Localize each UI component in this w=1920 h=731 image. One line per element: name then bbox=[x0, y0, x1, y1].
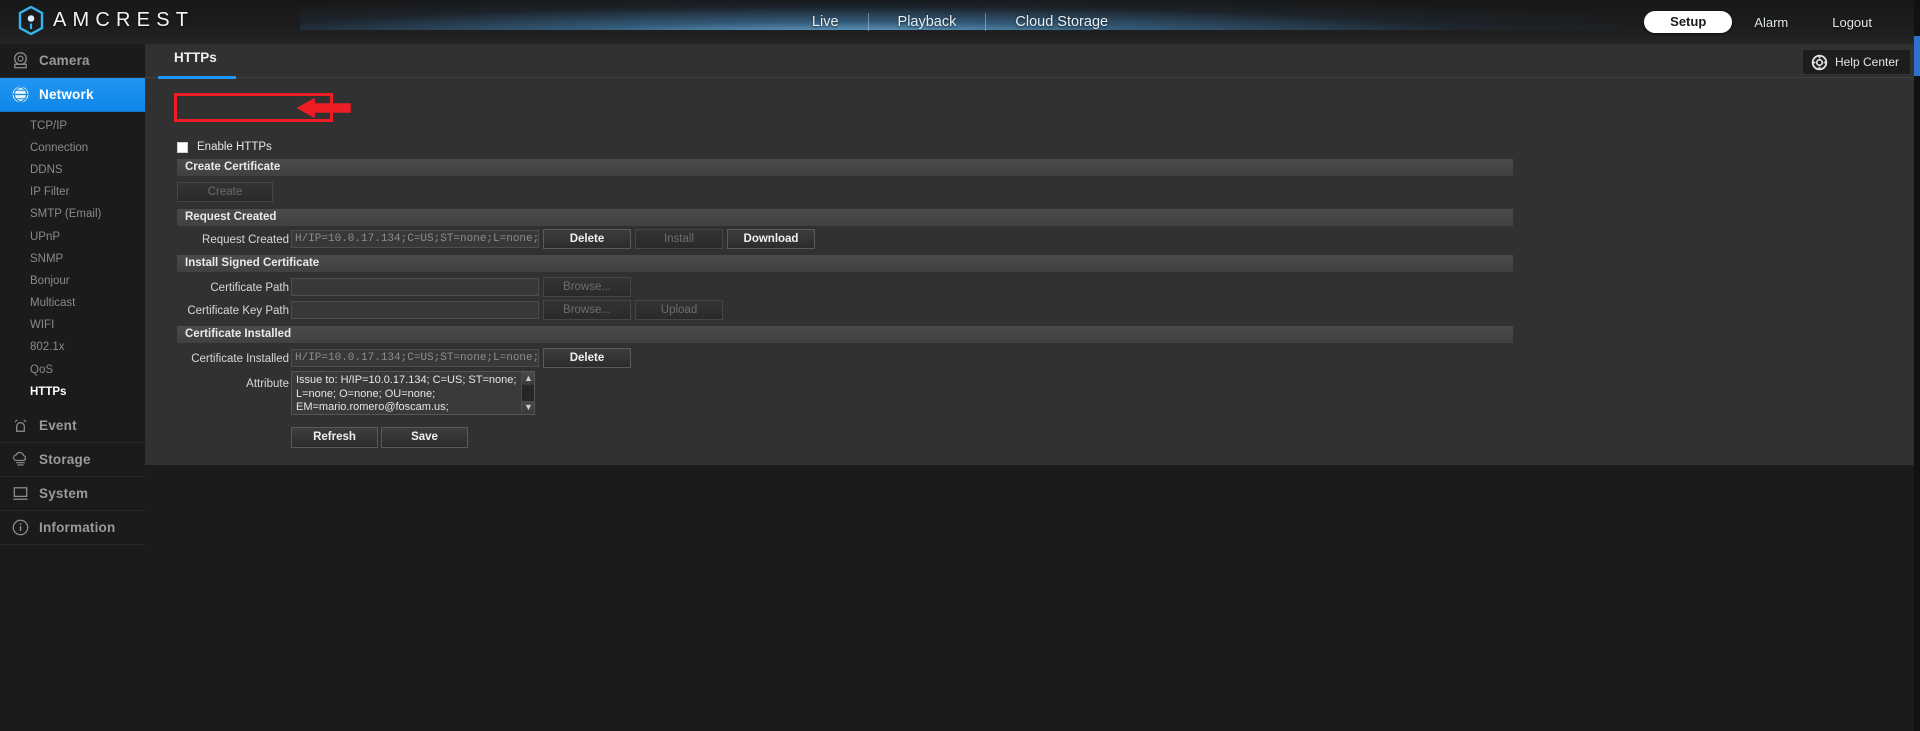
tab-bar: HTTPs Help Center bbox=[145, 44, 1920, 79]
enable-https-label: Enable HTTPs bbox=[197, 141, 272, 153]
setup-button[interactable]: Setup bbox=[1644, 11, 1733, 33]
nav-playback[interactable]: Playback bbox=[869, 12, 986, 32]
certificate-key-path-browse-button[interactable]: Browse... bbox=[543, 300, 631, 320]
certificate-path-input[interactable] bbox=[291, 278, 539, 296]
create-button[interactable]: Create bbox=[177, 182, 273, 202]
page-scrollbar[interactable] bbox=[1914, 0, 1920, 731]
sidebar-network-submenu: TCP/IP Connection DDNS IP Filter SMTP (E… bbox=[0, 112, 145, 410]
certificate-installed-label: Certificate Installed bbox=[191, 353, 289, 365]
https-settings-panel: Enable HTTPs Create Certificate Create R… bbox=[145, 78, 1920, 465]
section-install-signed-certificate: Install Signed Certificate bbox=[177, 255, 1513, 272]
info-circle-icon bbox=[12, 520, 29, 536]
tab-https[interactable]: HTTPs bbox=[158, 49, 233, 75]
chevron-up-icon[interactable]: ▲ bbox=[522, 372, 534, 385]
attribute-line-2: L=none; O=none; OU=none; bbox=[296, 387, 436, 400]
certificate-path-label: Certificate Path bbox=[210, 282, 289, 294]
enable-https-checkbox[interactable] bbox=[177, 141, 188, 153]
help-center-label: Help Center bbox=[1834, 55, 1899, 69]
save-button[interactable]: Save bbox=[381, 427, 468, 448]
sidebar-item-information[interactable]: Information bbox=[0, 511, 145, 546]
sidebar-item-smtp[interactable]: SMTP (Email) bbox=[0, 204, 145, 226]
scrollbar-track[interactable] bbox=[522, 385, 534, 401]
certificate-key-path-label: Certificate Key Path bbox=[187, 305, 289, 317]
sidebar: Camera Network TCP/IP Connection DDNS IP… bbox=[0, 44, 145, 731]
account-nav: Setup Alarm Logout bbox=[1644, 0, 1894, 44]
camera-icon bbox=[14, 52, 27, 69]
sidebar-item-https[interactable]: HTTPs bbox=[0, 381, 145, 403]
attribute-label: Attribute bbox=[246, 378, 289, 390]
request-created-label: Request Created bbox=[202, 234, 289, 246]
sidebar-item-bonjour[interactable]: Bonjour bbox=[0, 270, 145, 292]
attribute-scrollbar[interactable]: ▲ ▼ bbox=[521, 372, 534, 414]
nav-live[interactable]: Live bbox=[783, 12, 868, 32]
chevron-down-icon[interactable]: ▼ bbox=[522, 401, 534, 414]
sidebar-item-ddns[interactable]: DDNS bbox=[0, 159, 145, 181]
sidebar-label-information: Information bbox=[39, 520, 116, 536]
request-delete-button[interactable]: Delete bbox=[543, 229, 631, 249]
monitor-icon bbox=[13, 487, 28, 501]
logout-link[interactable]: Logout bbox=[1810, 15, 1894, 30]
request-install-button[interactable]: Install bbox=[635, 229, 723, 249]
certificate-path-browse-button[interactable]: Browse... bbox=[543, 277, 631, 297]
sidebar-item-connection[interactable]: Connection bbox=[0, 137, 145, 159]
nav-cloud-storage[interactable]: Cloud Storage bbox=[986, 12, 1137, 32]
sidebar-item-8021x[interactable]: 802.1x bbox=[0, 337, 145, 359]
sidebar-item-wifi[interactable]: WIFI bbox=[0, 315, 145, 337]
page-bottom-filler bbox=[145, 465, 1920, 731]
sidebar-item-upnp[interactable]: UPnP bbox=[0, 226, 145, 248]
bell-alarm-icon bbox=[14, 419, 27, 433]
request-download-button[interactable]: Download bbox=[727, 229, 815, 249]
cloud-storage-icon bbox=[13, 452, 26, 466]
sidebar-item-qos[interactable]: QoS bbox=[0, 359, 145, 381]
request-created-field[interactable]: H/IP=10.0.17.134;C=US;ST=none;L=none;O=n… bbox=[291, 230, 539, 248]
sidebar-label-camera: Camera bbox=[39, 53, 90, 68]
sidebar-item-snmp[interactable]: SNMP bbox=[0, 248, 145, 270]
attribute-line-3: EM=mario.romero@foscam.us; bbox=[296, 401, 449, 414]
content-root: HTTPs Help Center Enable HTTPs Create Ce… bbox=[145, 44, 1920, 465]
sidebar-item-event[interactable]: Event bbox=[0, 409, 145, 444]
section-create-certificate: Create Certificate bbox=[177, 159, 1513, 176]
sidebar-item-system[interactable]: System bbox=[0, 477, 145, 512]
sidebar-label-system: System bbox=[39, 486, 89, 502]
help-center-button[interactable]: Help Center bbox=[1802, 50, 1910, 74]
sidebar-label-network: Network bbox=[39, 87, 94, 102]
attribute-line-1: Issue to: H/IP=10.0.17.134; C=US; ST=non… bbox=[296, 374, 517, 386]
sidebar-item-tcpip[interactable]: TCP/IP bbox=[0, 115, 145, 137]
sidebar-item-camera[interactable]: Camera bbox=[0, 44, 145, 78]
certificate-upload-button[interactable]: Upload bbox=[635, 300, 723, 320]
sidebar-item-ip-filter[interactable]: IP Filter bbox=[0, 182, 145, 204]
attribute-textarea[interactable]: Issue to: H/IP=10.0.17.134; C=US; ST=non… bbox=[291, 371, 535, 415]
certificate-installed-field[interactable]: H/IP=10.0.17.134;C=US;ST=none;L=none;O=n… bbox=[291, 349, 539, 367]
sidebar-label-event: Event bbox=[39, 418, 77, 434]
section-certificate-installed: Certificate Installed bbox=[177, 326, 1513, 343]
certificate-key-path-input[interactable] bbox=[291, 301, 539, 319]
section-request-created: Request Created bbox=[177, 209, 1513, 226]
sidebar-label-storage: Storage bbox=[39, 452, 91, 468]
scrollbar-thumb[interactable] bbox=[1914, 36, 1920, 76]
certificate-installed-delete-button[interactable]: Delete bbox=[543, 348, 631, 368]
sidebar-item-multicast[interactable]: Multicast bbox=[0, 293, 145, 315]
refresh-button[interactable]: Refresh bbox=[291, 427, 378, 448]
alarm-link[interactable]: Alarm bbox=[1732, 15, 1810, 30]
top-header-bar: AMCREST Live Playback Cloud Storage Setu… bbox=[0, 0, 1920, 44]
enable-https-row[interactable]: Enable HTTPs bbox=[177, 140, 272, 154]
lifebuoy-icon bbox=[1811, 54, 1828, 70]
sidebar-item-network[interactable]: Network bbox=[0, 78, 145, 112]
sidebar-item-storage[interactable]: Storage bbox=[0, 443, 145, 478]
primary-nav: Live Playback Cloud Storage bbox=[0, 0, 1920, 44]
network-globe-icon bbox=[12, 86, 29, 103]
left-arrow-annotation-icon bbox=[296, 97, 351, 119]
attribute-lines: Issue to: H/IP=10.0.17.134; C=US; ST=non… bbox=[292, 372, 534, 414]
